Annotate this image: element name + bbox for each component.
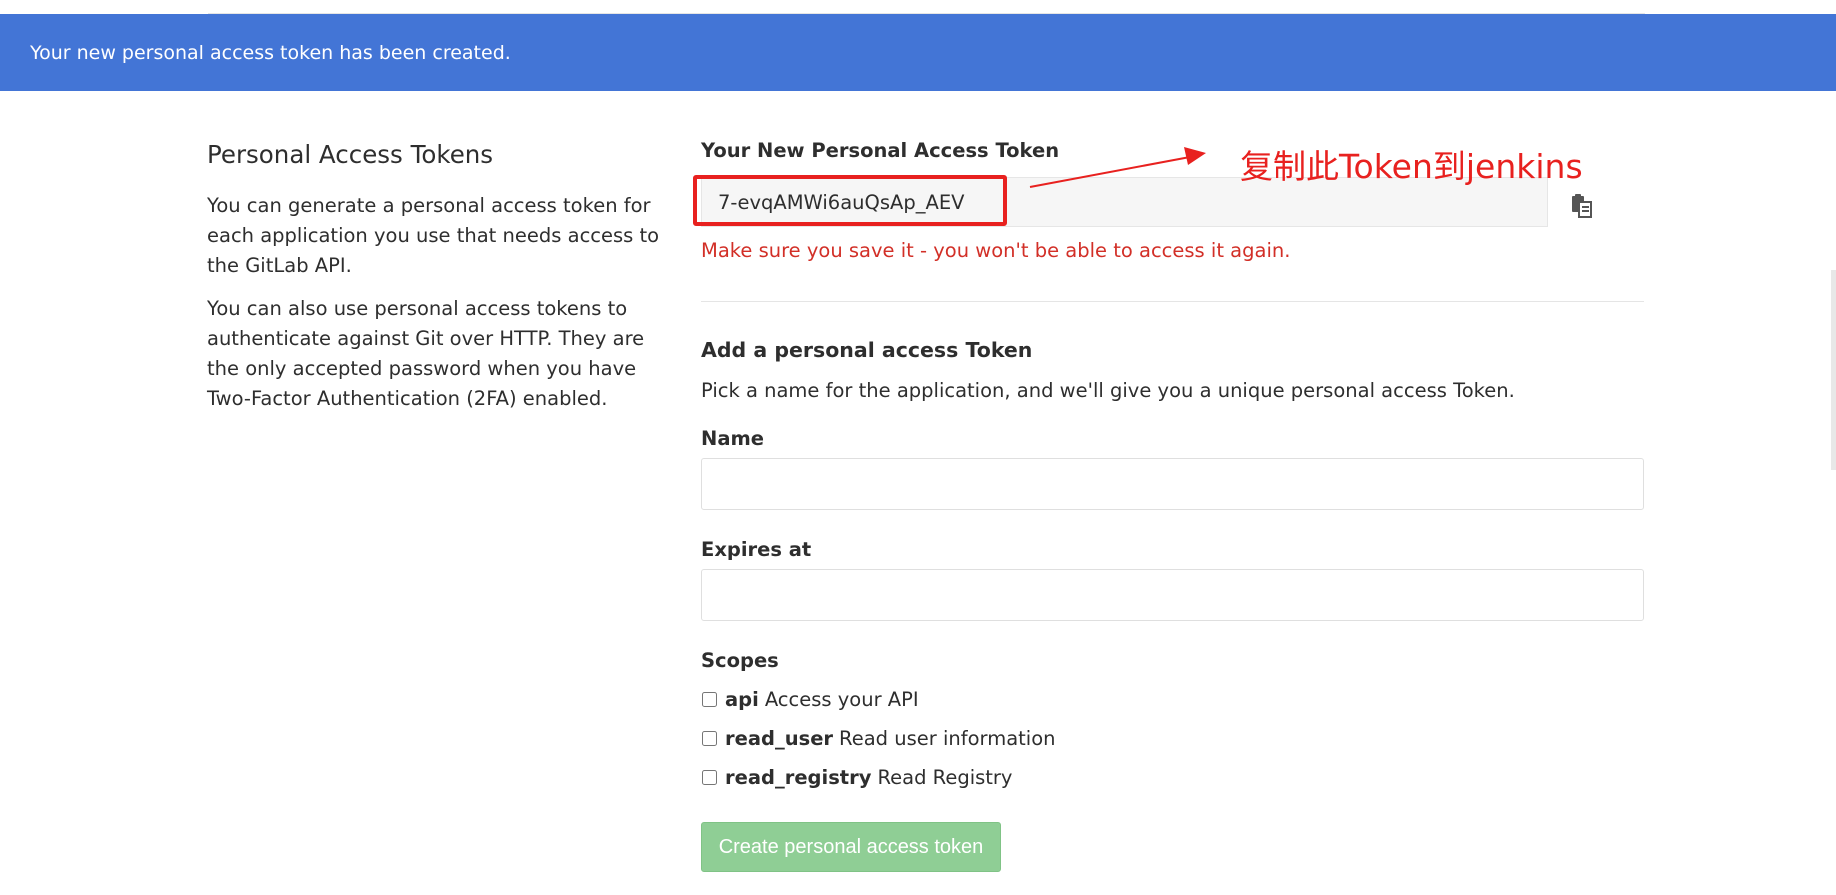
scope-name: api bbox=[725, 687, 759, 711]
token-warning: Make sure you save it - you won't be abl… bbox=[701, 239, 1291, 262]
scope-description: Read Registry bbox=[877, 765, 1013, 789]
new-token-label: Your New Personal Access Token bbox=[701, 139, 1060, 162]
create-token-button[interactable]: Create personal access token bbox=[701, 822, 1001, 872]
info-paragraph-2: You can also use personal access tokens … bbox=[207, 297, 645, 410]
info-paragraph-1: You can generate a personal access token… bbox=[207, 194, 660, 277]
clipboard-icon bbox=[1572, 194, 1592, 218]
scope-read-user: read_user Read user information bbox=[701, 724, 1056, 752]
form-description: Pick a name for the application, and we'… bbox=[701, 379, 1515, 402]
scope-api: api Access your API bbox=[701, 685, 919, 713]
scope-read-registry-checkbox[interactable] bbox=[702, 769, 717, 785]
sidebar-info: Personal Access Tokens You can generate … bbox=[207, 138, 662, 427]
annotation-arrow bbox=[1029, 147, 1206, 188]
scrollbar[interactable] bbox=[1831, 270, 1836, 470]
form-heading: Add a personal access Token bbox=[701, 338, 1033, 362]
scope-name: read_registry bbox=[725, 765, 872, 789]
top-border bbox=[208, 0, 1645, 14]
scope-description: Read user information bbox=[839, 726, 1056, 750]
annotation-label: 复制此Token到jenkins bbox=[1240, 147, 1583, 186]
scopes-label: Scopes bbox=[701, 649, 779, 672]
divider bbox=[701, 301, 1644, 302]
scope-read-user-checkbox[interactable] bbox=[702, 730, 717, 746]
page-title: Personal Access Tokens bbox=[207, 140, 494, 169]
name-input[interactable] bbox=[701, 458, 1644, 510]
expires-at-input[interactable] bbox=[701, 569, 1644, 621]
scope-api-checkbox[interactable] bbox=[702, 691, 717, 707]
name-label: Name bbox=[701, 427, 765, 450]
flash-banner: Your new personal access token has been … bbox=[0, 14, 1836, 91]
token-highlight-box bbox=[693, 175, 1007, 226]
scope-description: Access your API bbox=[764, 687, 919, 711]
scope-read-registry: read_registry Read Registry bbox=[701, 763, 1012, 791]
expires-label: Expires at bbox=[701, 538, 812, 561]
scope-name: read_user bbox=[725, 726, 834, 750]
copy-token-button[interactable] bbox=[1569, 193, 1595, 219]
flash-message: Your new personal access token has been … bbox=[30, 41, 511, 64]
